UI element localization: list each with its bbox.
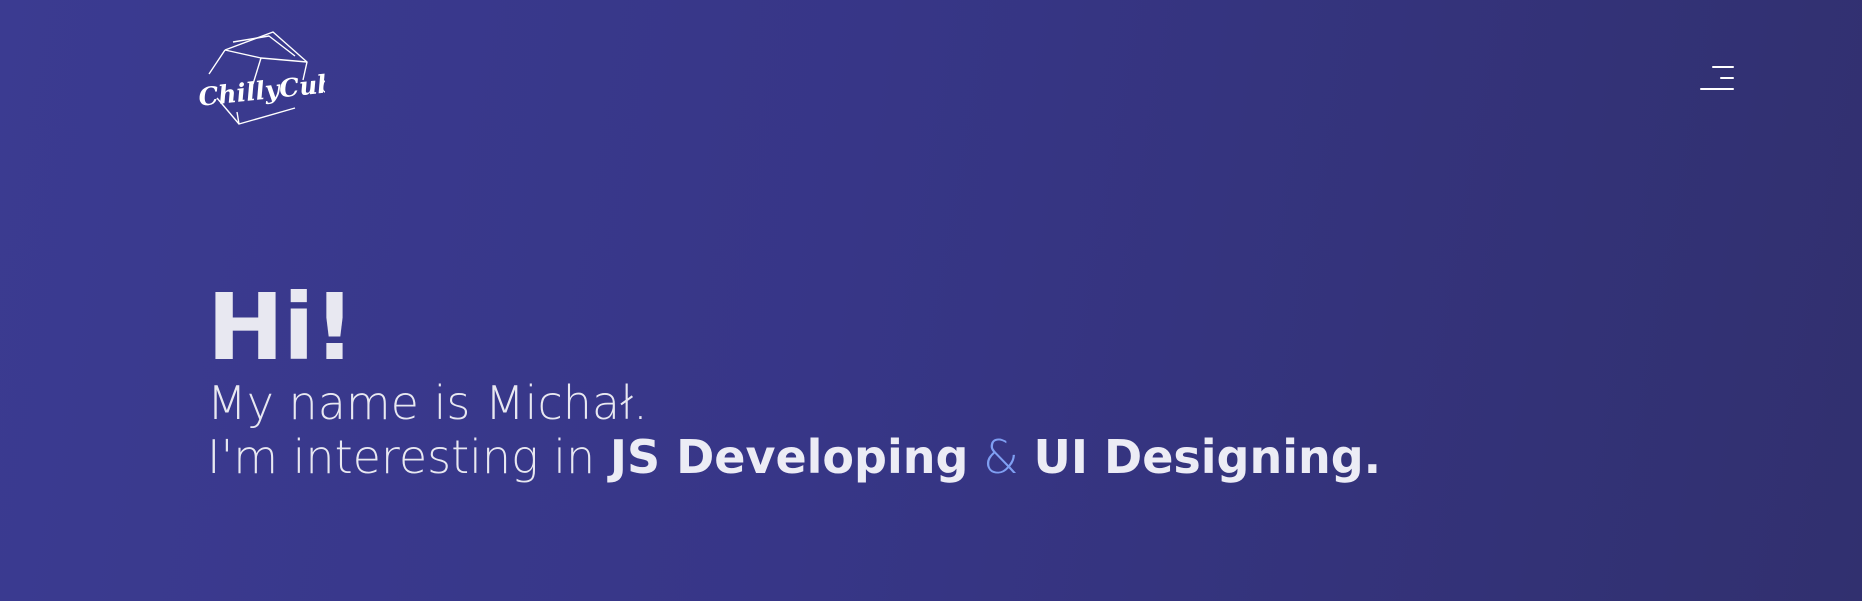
- skill-ui-designing: UI Designing.: [1033, 430, 1382, 484]
- hero-section: Hi! My name is Michał. I'm interesting i…: [207, 274, 1607, 485]
- hamburger-menu-icon: [1712, 66, 1734, 68]
- menu-button[interactable]: [1700, 64, 1734, 92]
- logo-link[interactable]: ChillyCube: [195, 28, 325, 128]
- ampersand: &: [983, 430, 1019, 484]
- hero-intro: My name is Michał.: [207, 376, 648, 430]
- chillycube-logo: ChillyCube: [197, 31, 325, 125]
- hero-interests: I'm interesting in JS Developing & UI De…: [207, 430, 1607, 484]
- hamburger-line: [1720, 77, 1734, 79]
- hero-title: Hi!: [207, 274, 356, 381]
- skill-js-developing: JS Developing: [609, 430, 969, 484]
- hero-interests-prefix: I'm interesting in: [207, 430, 610, 484]
- hamburger-line: [1700, 88, 1734, 90]
- site-header: ChillyCube: [0, 0, 1862, 150]
- logo-wordmark: ChillyCube: [197, 67, 325, 112]
